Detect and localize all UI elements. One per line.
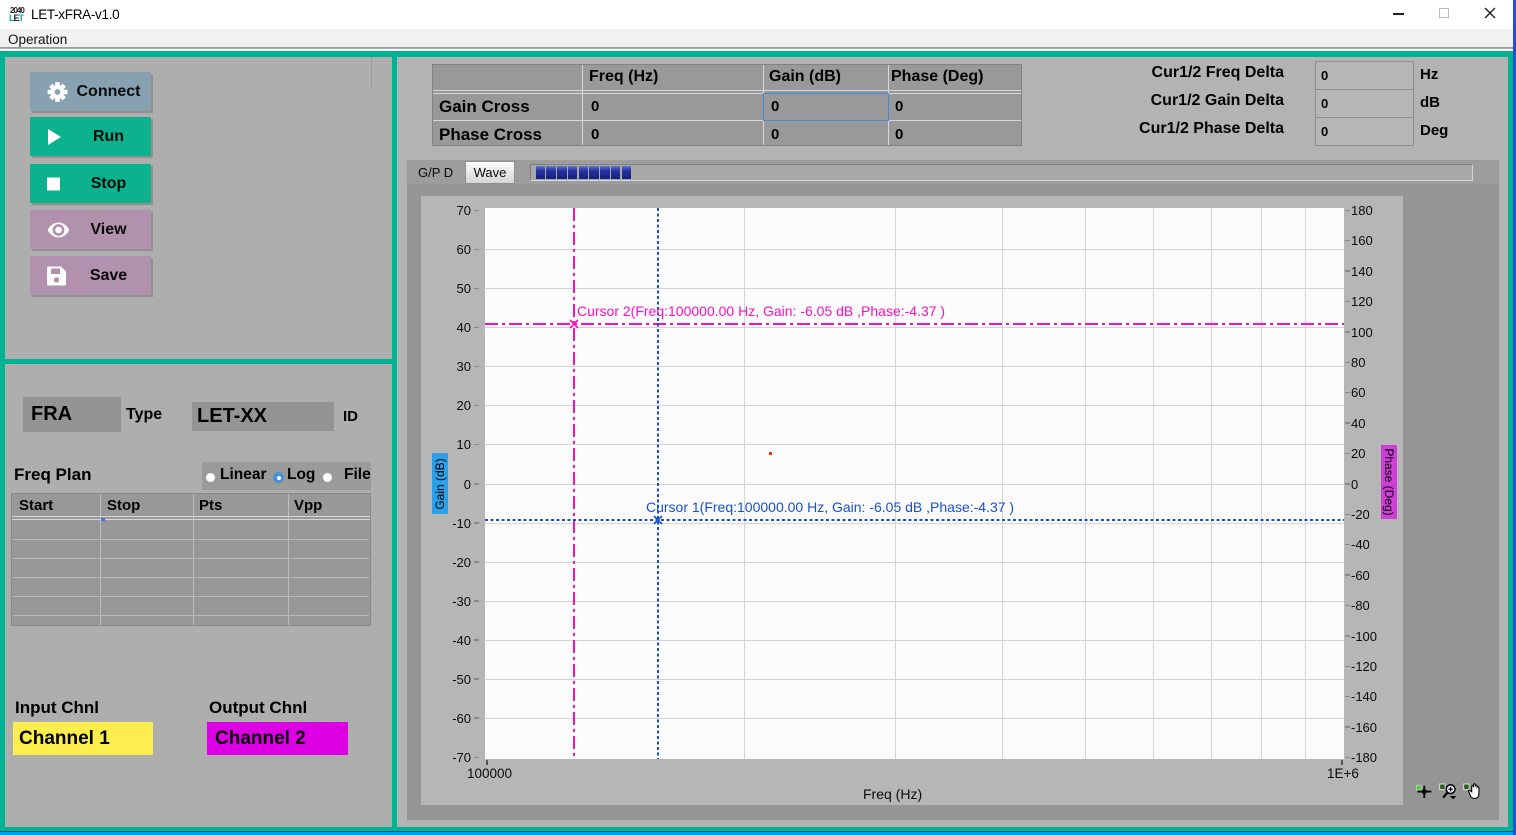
svg-text:LET: LET (9, 13, 25, 22)
